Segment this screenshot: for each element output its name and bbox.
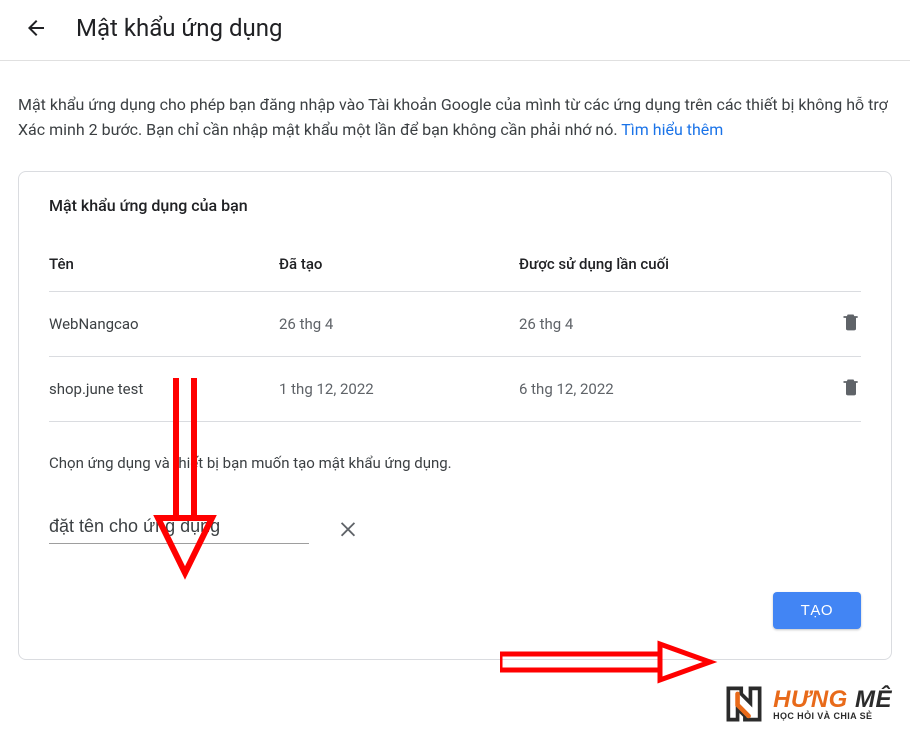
page-title: Mật khẩu ứng dụng (76, 14, 282, 42)
create-button[interactable]: TẠO (773, 592, 861, 629)
cell-created: 26 thg 4 (279, 291, 519, 356)
cell-created: 1 thg 12, 2022 (279, 356, 519, 421)
watermark-title: HƯNG MÊ (773, 687, 892, 712)
trash-icon[interactable] (841, 312, 861, 332)
cell-last-used: 6 thg 12, 2022 (519, 356, 827, 421)
content-area: Mật khẩu ứng dụng cho phép bạn đăng nhập… (0, 61, 910, 660)
learn-more-link[interactable]: Tìm hiểu thêm (621, 120, 723, 139)
app-passwords-card: Mật khẩu ứng dụng của bạn Tên Đã tạo Đượ… (18, 171, 892, 660)
app-passwords-table: Tên Đã tạo Được sử dụng lần cuối WebNang… (49, 255, 861, 422)
header-bar: Mật khẩu ứng dụng (0, 0, 910, 61)
action-row: TẠO (49, 592, 861, 629)
close-icon[interactable] (337, 517, 359, 539)
table-row: WebNangcao 26 thg 4 26 thg 4 (49, 291, 861, 356)
choose-instruction: Chọn ứng dụng và thiết bị bạn muốn tạo m… (49, 454, 861, 472)
app-name-input[interactable] (49, 512, 309, 544)
card-heading: Mật khẩu ứng dụng của bạn (49, 196, 861, 215)
cell-name: shop.june test (49, 356, 279, 421)
name-input-row (49, 512, 861, 544)
watermark-logo: HƯNG MÊ HỌC HỎI VÀ CHIA SẺ (721, 681, 892, 727)
intro-paragraph: Mật khẩu ứng dụng cho phép bạn đăng nhập… (18, 95, 888, 139)
column-header-name: Tên (49, 255, 279, 292)
watermark-subtitle: HỌC HỎI VÀ CHIA SẺ (773, 712, 892, 721)
cell-name: WebNangcao (49, 291, 279, 356)
watermark-mark-icon (721, 681, 767, 727)
column-header-last-used: Được sử dụng lần cuối (519, 255, 827, 292)
back-arrow-icon[interactable] (24, 16, 48, 40)
cell-last-used: 26 thg 4 (519, 291, 827, 356)
table-row: shop.june test 1 thg 12, 2022 6 thg 12, … (49, 356, 861, 421)
column-header-created: Đã tạo (279, 255, 519, 292)
intro-text: Mật khẩu ứng dụng cho phép bạn đăng nhập… (18, 93, 892, 143)
trash-icon[interactable] (841, 377, 861, 397)
